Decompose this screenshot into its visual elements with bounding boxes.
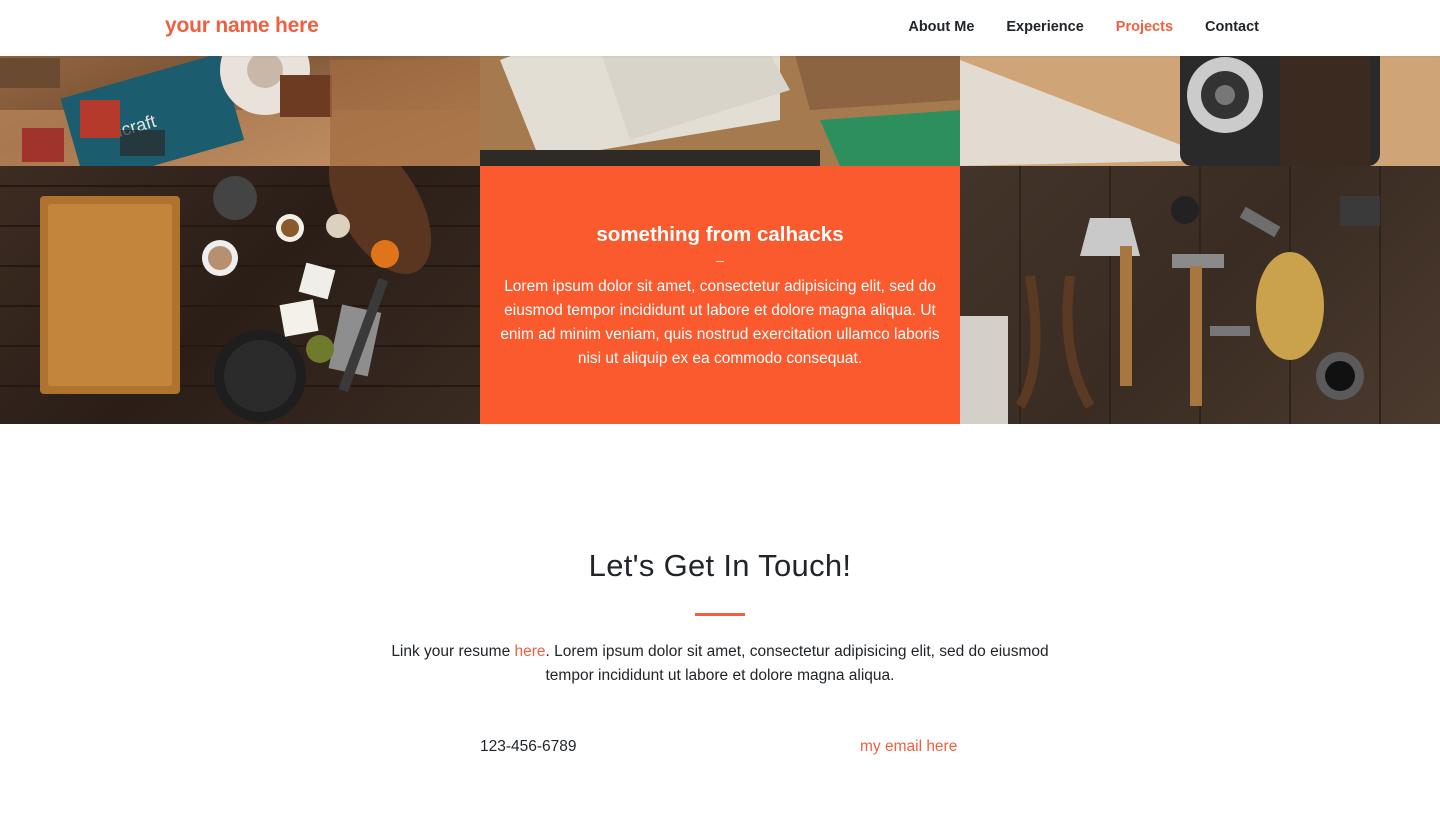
email-link[interactable]: my email here bbox=[860, 738, 957, 756]
project-separator: – bbox=[716, 252, 724, 268]
brand-logo[interactable]: your name here bbox=[165, 14, 319, 38]
portfolio-tile-featured[interactable]: something from calhacks – Lorem ipsum do… bbox=[480, 166, 960, 424]
navbar: your name here About Me Experience Proje… bbox=[0, 0, 1440, 56]
portfolio-tile-kitchen[interactable] bbox=[0, 166, 480, 424]
nav-links: About Me Experience Projects Contact bbox=[908, 19, 1259, 35]
contact-text-before: Link your resume bbox=[391, 643, 515, 660]
project-title: something from calhacks bbox=[596, 223, 844, 246]
contact-text-after: . Lorem ipsum dolor sit amet, consectetu… bbox=[545, 643, 1049, 684]
kitchen-flatlay-image bbox=[0, 166, 480, 422]
phone-number: 123-456-6789 bbox=[480, 738, 577, 755]
tools-flatlay-image bbox=[960, 166, 1381, 424]
nav-link-projects[interactable]: Projects bbox=[1116, 19, 1173, 35]
portfolio-grid: ucraft THE bbox=[0, 0, 1440, 424]
portfolio-tile-tools[interactable] bbox=[960, 166, 1440, 424]
project-overlay: something from calhacks – Lorem ipsum do… bbox=[480, 166, 960, 424]
contact-heading: Let's Get In Touch! bbox=[588, 548, 852, 583]
heading-divider bbox=[695, 613, 745, 616]
resume-link[interactable]: here bbox=[515, 643, 546, 660]
contact-text: Link your resume here. Lorem ipsum dolor… bbox=[370, 640, 1070, 688]
nav-link-contact[interactable]: Contact bbox=[1205, 19, 1259, 35]
project-description: Lorem ipsum dolor sit amet, consectetur … bbox=[500, 278, 940, 367]
nav-link-experience[interactable]: Experience bbox=[1006, 19, 1083, 35]
nav-link-about-me[interactable]: About Me bbox=[908, 19, 974, 35]
